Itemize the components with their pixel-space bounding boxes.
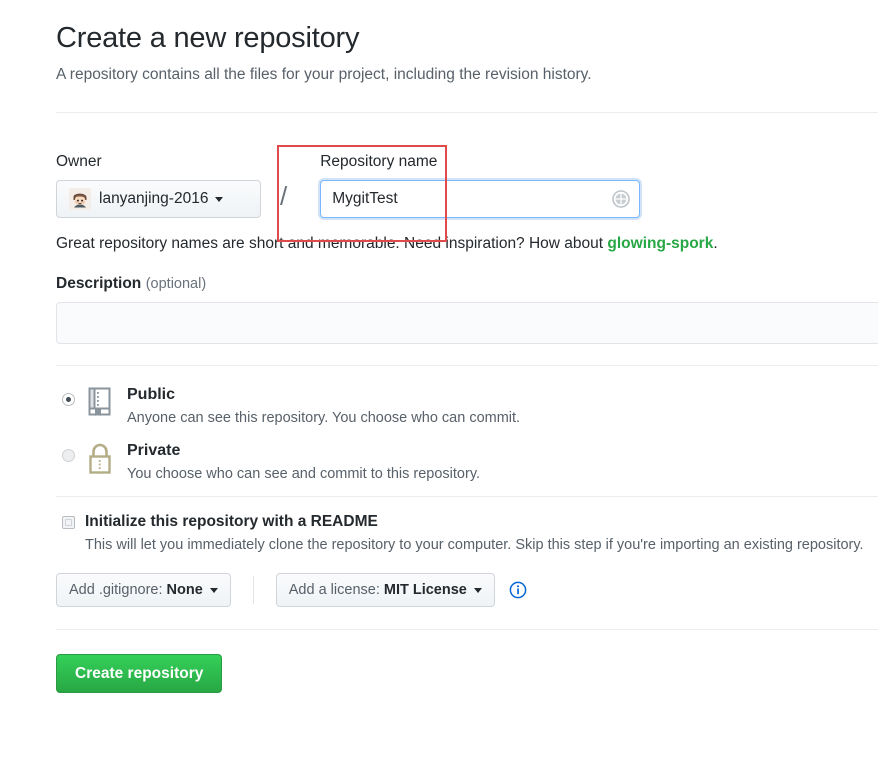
license-label: Add a license: <box>288 582 380 598</box>
visibility-options: Public Anyone can see this repository. Y… <box>56 384 878 482</box>
visibility-public-title: Public <box>127 386 176 403</box>
readme-description: This will let you immediately clone the … <box>85 537 864 553</box>
gitignore-value: None <box>166 582 203 598</box>
description-label: Description <box>56 275 142 292</box>
readme-row[interactable]: Initialize this repository with a README <box>56 513 878 531</box>
owner-dropdown[interactable]: lanyanjing-2016 <box>56 180 261 218</box>
readme-checkbox[interactable] <box>62 515 75 529</box>
page-title: Create a new repository <box>56 22 360 54</box>
owner-name-separator: / <box>280 181 288 211</box>
readme-field: Initialize this repository with a README… <box>56 513 878 553</box>
owner-label: Owner <box>56 153 102 170</box>
description-optional-label: (optional) <box>145 276 207 292</box>
readme-label[interactable]: Initialize this repository with a README <box>85 513 378 531</box>
divider-visibility <box>56 496 878 497</box>
visibility-public-description: Anyone can see this repository. You choo… <box>127 410 521 426</box>
repository-name-hint: Great repository names are short and mem… <box>56 235 878 253</box>
visibility-public-text: Public Anyone can see this repository. Y… <box>127 384 520 426</box>
visibility-private-description: You choose who can see and commit to thi… <box>127 466 481 482</box>
license-value: MIT License <box>383 582 467 598</box>
gitignore-label: Add .gitignore: <box>69 582 163 598</box>
license-dropdown[interactable]: Add a license: MIT License <box>275 573 495 607</box>
visibility-private-text: Private You choose who can see and commi… <box>127 440 480 482</box>
create-repository-button[interactable]: Create repository <box>56 654 223 693</box>
repository-name-input[interactable] <box>320 180 641 218</box>
hint-text-after: . <box>713 235 718 252</box>
radio-public[interactable] <box>62 393 75 406</box>
selects-divider <box>252 576 254 604</box>
user-avatar-icon <box>69 188 91 210</box>
visibility-option-public[interactable]: Public Anyone can see this repository. Y… <box>56 384 878 426</box>
info-circle-icon[interactable] <box>509 581 527 599</box>
gitignore-dropdown[interactable]: Add .gitignore: None <box>56 573 231 607</box>
create-repository-page: Create a new repository A repository con… <box>0 0 878 772</box>
description-field: Description (optional) <box>56 275 878 344</box>
owner-name: lanyanjing-2016 <box>99 190 209 207</box>
divider-header <box>56 112 878 113</box>
repository-name-field: Repository name <box>320 153 641 218</box>
hint-text-before: Great repository names are short and mem… <box>56 235 608 252</box>
template-selects-row: Add .gitignore: None Add a license: MIT … <box>56 573 878 607</box>
description-input[interactable] <box>56 302 878 344</box>
chevron-down-icon <box>215 196 224 202</box>
form-content: Create a new repository A repository con… <box>56 0 878 693</box>
chevron-down-icon <box>209 587 218 593</box>
visibility-private-title: Private <box>127 442 181 459</box>
radio-private[interactable] <box>62 449 75 462</box>
repository-name-input-wrap <box>320 180 641 218</box>
owner-and-name-row: Owner lanyanjing-2016 / Repository name … <box>56 153 878 218</box>
globe-check-icon <box>611 189 631 209</box>
repo-book-icon <box>86 386 116 423</box>
divider-description <box>56 365 878 366</box>
repository-name-label: Repository name <box>320 153 438 170</box>
page-subtitle: A repository contains all the files for … <box>56 66 592 83</box>
chevron-down-icon <box>473 587 482 593</box>
suggested-name-link[interactable]: glowing-spork <box>607 235 713 252</box>
owner-field: Owner lanyanjing-2016 <box>56 153 271 218</box>
visibility-option-private[interactable]: Private You choose who can see and commi… <box>56 440 878 482</box>
lock-icon <box>86 442 116 481</box>
divider-bottom <box>56 629 878 630</box>
